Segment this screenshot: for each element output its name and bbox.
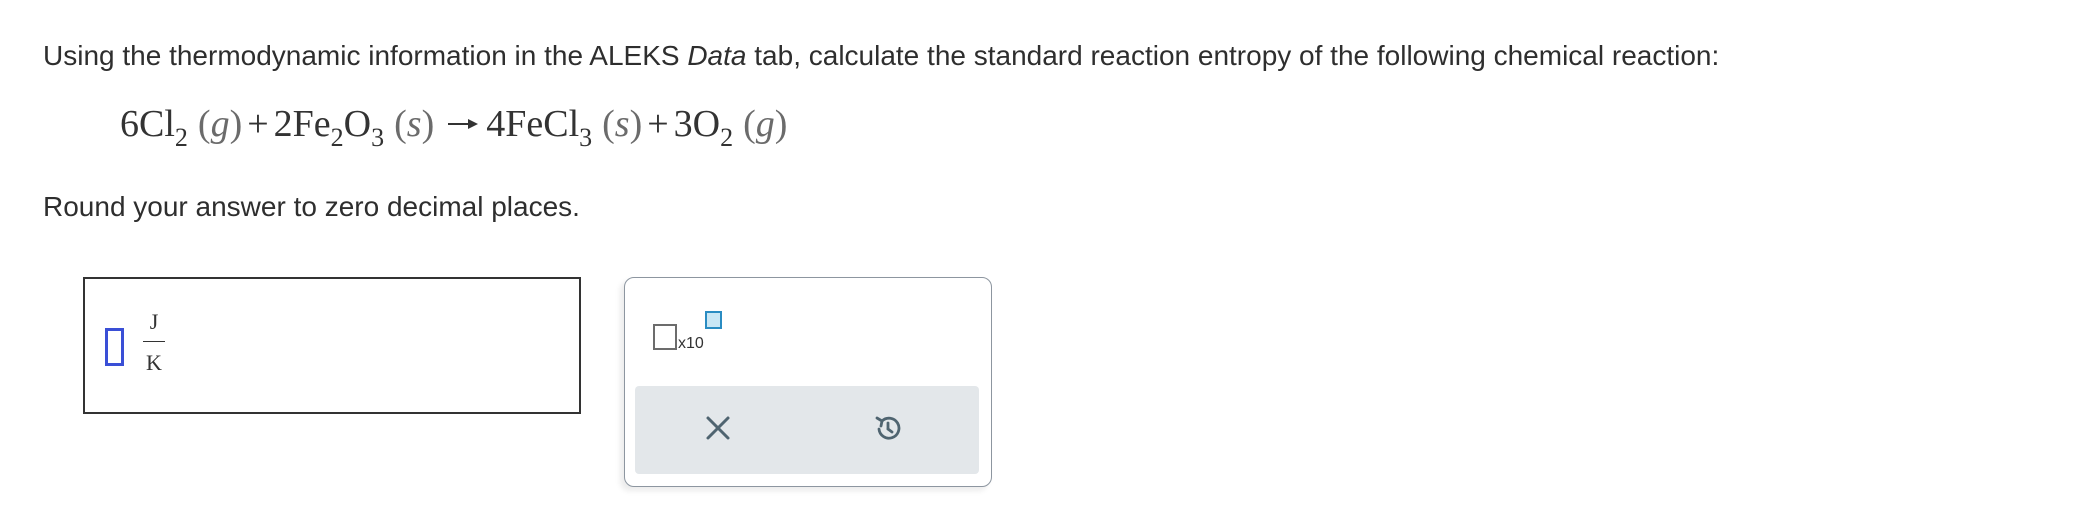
- product-oxygen: 3O2: [673, 103, 734, 152]
- reactant-iron-oxide: 2Fe2O3: [273, 103, 385, 152]
- close-icon: [704, 414, 732, 447]
- reactant-chlorine: 6Cl2: [120, 103, 188, 152]
- data-tab-reference: Data: [687, 40, 747, 71]
- answer-input-area[interactable]: J K: [83, 277, 581, 414]
- prompt-text-after: tab, calculate the standard reaction ent…: [746, 40, 1720, 71]
- rounding-instructions: Round your answer to zero decimal places…: [43, 191, 580, 222]
- undo-button[interactable]: [866, 408, 910, 452]
- phase-label: (s): [602, 103, 643, 145]
- fraction-bar: [143, 341, 165, 342]
- plus-sign: +: [247, 103, 269, 145]
- clear-button[interactable]: [696, 408, 740, 452]
- exponent-slot-icon: [705, 311, 722, 329]
- phase-label: (g): [197, 103, 243, 145]
- x10-label: x10: [678, 335, 704, 352]
- scientific-notation-button[interactable]: x10: [653, 308, 723, 358]
- plus-sign: +: [647, 103, 669, 145]
- math-keypad: x10: [624, 277, 992, 487]
- keypad-action-bar: [635, 386, 979, 474]
- reaction-arrow-icon: [448, 96, 479, 140]
- prompt-text-before: Using the thermodynamic information in t…: [43, 40, 688, 71]
- question-prompt: Using the thermodynamic information in t…: [43, 40, 1719, 72]
- phase-label: (s): [394, 103, 435, 145]
- unit-fraction: J K: [143, 309, 165, 376]
- product-iron-chloride: 4FeCl3: [486, 103, 593, 152]
- phase-label: (g): [743, 103, 788, 145]
- answer-input-slot[interactable]: [105, 328, 124, 366]
- chemical-equation: 6Cl2 (g) + 2Fe2O3 (s) 4FeCl3 (s) + 3O2 (g): [120, 102, 788, 152]
- unit-numerator: J: [149, 309, 159, 334]
- undo-icon: [873, 413, 903, 448]
- unit-denominator: K: [146, 350, 162, 375]
- base-slot-icon: [653, 324, 677, 350]
